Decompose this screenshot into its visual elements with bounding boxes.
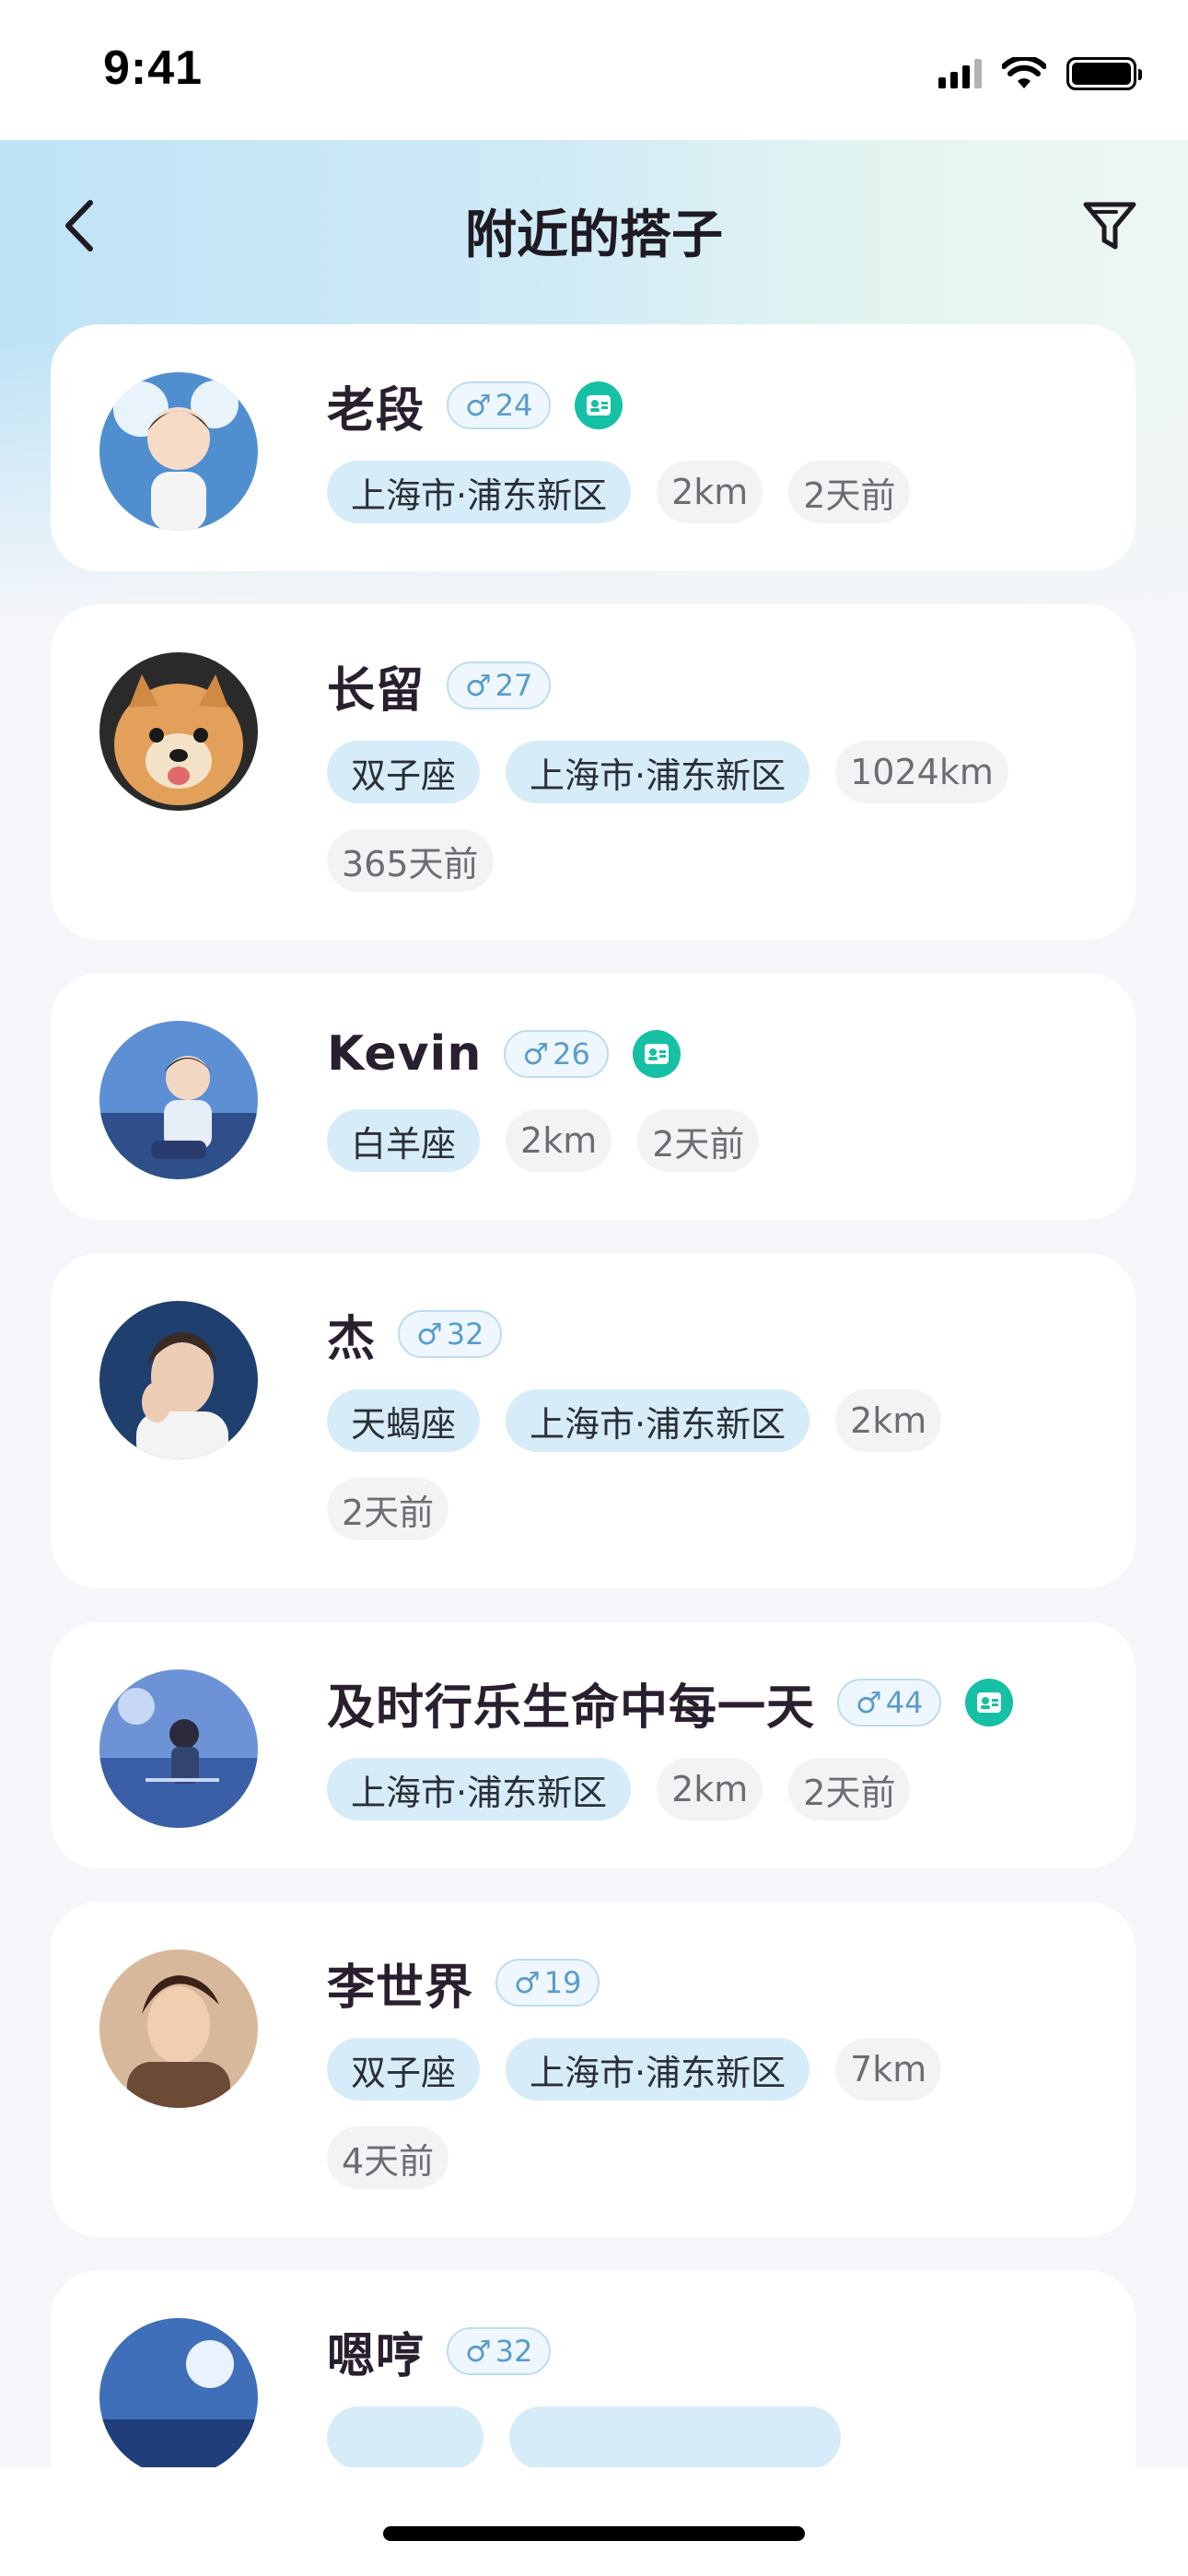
gender-age-badge: ♂ 32 (398, 1310, 503, 1358)
male-icon: ♂ (465, 388, 492, 423)
avatar (99, 2318, 258, 2476)
user-card[interactable]: Kevin ♂ 26 白羊座 2km 2天前 (51, 973, 1136, 1220)
time-tag: 2天前 (327, 1478, 449, 1540)
zodiac-tag: 双子座 (327, 2038, 481, 2101)
time-tag: 2天前 (788, 461, 911, 523)
zodiac-tag (327, 2406, 483, 2469)
tag-list: 上海市·浦东新区 2km 2天前 (327, 461, 1099, 549)
tag-list: 上海市·浦东新区 2km 2天前 (327, 1758, 1099, 1846)
user-name: 及时行乐生命中每一天 (327, 1680, 816, 1736)
time-tag: 2天前 (788, 1758, 911, 1821)
age: 26 (553, 1036, 590, 1071)
battery-icon (1066, 57, 1142, 90)
page-title: 附近的搭子 (465, 205, 723, 265)
avatar (99, 652, 258, 811)
location-tag: 上海市·浦东新区 (327, 1758, 632, 1821)
gender-age-badge: ♂ 19 (495, 1959, 600, 2007)
zodiac-tag: 天蝎座 (327, 1389, 481, 1452)
name-row: 嗯哼 ♂ 32 (327, 2318, 1099, 2384)
status-icons (938, 55, 1142, 92)
gender-age-badge: ♂ 44 (837, 1679, 942, 1727)
age: 44 (885, 1685, 924, 1720)
age: 27 (495, 668, 533, 703)
avatar (99, 1669, 258, 1828)
user-card[interactable]: 李世界 ♂ 19 双子座 上海市·浦东新区 7km 4天前 (51, 1902, 1136, 2237)
age: 19 (543, 1965, 582, 2000)
verified-id-icon (575, 381, 623, 429)
tag-list: 天蝎座 上海市·浦东新区 2km 2天前 (327, 1389, 1099, 1566)
time-tag: 365天前 (327, 829, 494, 892)
age: 32 (495, 2334, 533, 2369)
status-bar: 9:41 (0, 0, 1188, 140)
distance-tag: 2km (506, 1109, 612, 1172)
user-name: 长留 (327, 662, 425, 719)
user-card[interactable]: 老段 ♂ 24 上海市·浦东新区 2km 2天前 (51, 324, 1136, 571)
avatar (99, 1950, 258, 2108)
distance-tag: 2km (657, 1758, 763, 1821)
male-icon: ♂ (465, 668, 492, 703)
user-name: 李世界 (327, 1960, 474, 2016)
age: 24 (495, 388, 533, 423)
user-card[interactable]: 长留 ♂ 27 双子座 上海市·浦东新区 1024km 365天前 (51, 604, 1136, 940)
name-row: 李世界 ♂ 19 (327, 1950, 1099, 2016)
age: 32 (446, 1317, 484, 1352)
filter-button[interactable] (1077, 193, 1142, 258)
gender-age-badge: ♂ 26 (504, 1030, 609, 1078)
time-tag: 4天前 (327, 2126, 449, 2189)
name-row: 杰 ♂ 32 (327, 1301, 1099, 1367)
tag-list: 双子座 上海市·浦东新区 7km 4天前 (327, 2038, 1099, 2215)
user-card[interactable]: 杰 ♂ 32 天蝎座 上海市·浦东新区 2km 2天前 (51, 1253, 1136, 1588)
home-indicator[interactable] (383, 2526, 805, 2541)
male-icon: ♂ (465, 2334, 492, 2369)
location-tag: 上海市·浦东新区 (506, 741, 810, 803)
gender-age-badge: ♂ 27 (447, 662, 552, 709)
user-name: 嗯哼 (327, 2328, 425, 2384)
verified-id-icon (632, 1030, 681, 1078)
wifi-icon (1002, 57, 1046, 88)
gender-age-badge: ♂ 32 (447, 2327, 552, 2375)
filter-icon (1083, 202, 1136, 250)
name-row: 老段 ♂ 24 (327, 372, 1099, 439)
gender-age-badge: ♂ 24 (447, 381, 552, 429)
avatar (99, 1301, 258, 1459)
name-row: Kevin ♂ 26 (327, 1021, 1099, 1087)
male-icon: ♂ (856, 1685, 882, 1720)
home-indicator-area (0, 2467, 1188, 2576)
verified-id-icon (965, 1679, 1014, 1727)
distance-tag: 2km (835, 1389, 942, 1452)
distance-tag: 7km (835, 2038, 942, 2101)
zodiac-tag: 白羊座 (327, 1109, 481, 1172)
zodiac-tag: 双子座 (327, 741, 481, 803)
location-tag: 上海市·浦东新区 (327, 461, 632, 523)
status-time: 9:41 (103, 41, 204, 95)
avatar (99, 1021, 258, 1179)
location-tag: 上海市·浦东新区 (506, 1389, 810, 1452)
location-tag (509, 2406, 841, 2469)
user-name: Kevin (327, 1026, 483, 1082)
male-icon: ♂ (416, 1317, 443, 1352)
name-row: 长留 ♂ 27 (327, 652, 1099, 719)
distance-tag: 1024km (835, 741, 1008, 803)
location-tag: 上海市·浦东新区 (506, 2038, 810, 2101)
avatar (99, 372, 258, 531)
tag-list: 白羊座 2km 2天前 (327, 1109, 1099, 1198)
name-row: 及时行乐生命中每一天 ♂ 44 (327, 1669, 1099, 1736)
user-name: 老段 (327, 382, 425, 439)
user-card[interactable]: 及时行乐生命中每一天 ♂ 44 上海市·浦东新区 2km 2天前 (51, 1622, 1136, 1868)
user-name: 杰 (327, 1311, 377, 1367)
nav-bar: 附近的搭子 (0, 166, 1188, 286)
distance-tag: 2km (657, 461, 763, 523)
cellular-signal-icon (938, 59, 982, 88)
time-tag: 2天前 (637, 1109, 760, 1172)
male-icon: ♂ (522, 1036, 550, 1071)
male-icon: ♂ (514, 1965, 541, 2000)
tag-list: 双子座 上海市·浦东新区 1024km 365天前 (327, 741, 1099, 918)
user-list: 老段 ♂ 24 上海市·浦东新区 2km 2天前 长留 ♂ 27 双子座 上海市… (51, 324, 1136, 2576)
